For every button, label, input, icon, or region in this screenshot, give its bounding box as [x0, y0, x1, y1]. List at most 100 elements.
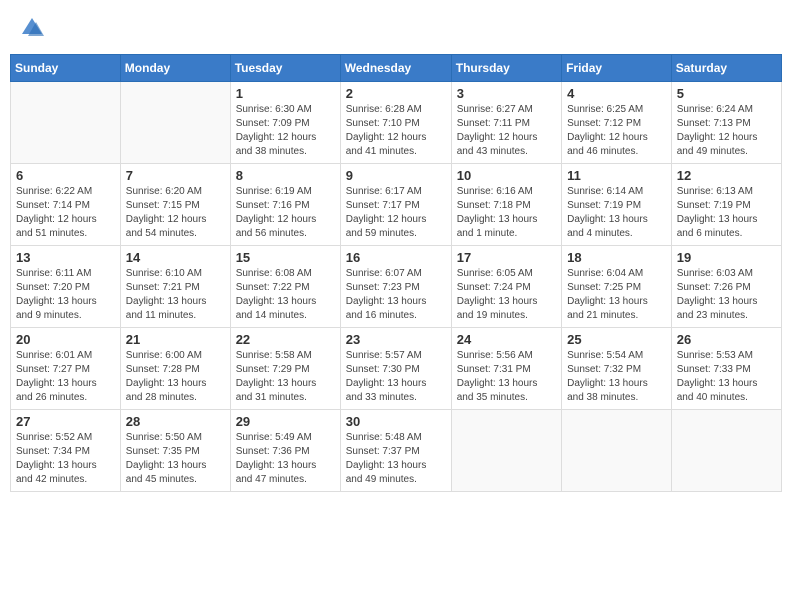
day-info: Sunrise: 5:52 AM Sunset: 7:34 PM Dayligh… [16, 431, 115, 487]
calendar-cell: 2 Sunrise: 6:28 AM Sunset: 7:10 PM Daylig… [340, 82, 451, 164]
weekday-header-sunday: Sunday [11, 55, 121, 82]
day-info: Sunrise: 6:22 AM Sunset: 7:14 PM Dayligh… [16, 185, 115, 241]
day-number: 7 [126, 168, 225, 183]
day-number: 9 [346, 168, 446, 183]
weekday-header-monday: Monday [120, 55, 230, 82]
week-row-3: 13 Sunrise: 6:11 AM Sunset: 7:20 PM Dayli… [11, 246, 782, 328]
calendar-cell: 30 Sunrise: 5:48 AM Sunset: 7:37 PM Dayli… [340, 410, 451, 492]
day-number: 18 [567, 250, 666, 265]
day-info: Sunrise: 6:16 AM Sunset: 7:18 PM Dayligh… [457, 185, 556, 241]
calendar-cell: 8 Sunrise: 6:19 AM Sunset: 7:16 PM Daylig… [230, 164, 340, 246]
day-info: Sunrise: 6:19 AM Sunset: 7:16 PM Dayligh… [236, 185, 335, 241]
week-row-2: 6 Sunrise: 6:22 AM Sunset: 7:14 PM Daylig… [11, 164, 782, 246]
day-number: 15 [236, 250, 335, 265]
weekday-header-row: SundayMondayTuesdayWednesdayThursdayFrid… [11, 55, 782, 82]
calendar-cell: 12 Sunrise: 6:13 AM Sunset: 7:19 PM Dayli… [671, 164, 781, 246]
day-number: 24 [457, 332, 556, 347]
day-number: 25 [567, 332, 666, 347]
day-number: 10 [457, 168, 556, 183]
day-info: Sunrise: 5:48 AM Sunset: 7:37 PM Dayligh… [346, 431, 446, 487]
calendar-cell [671, 410, 781, 492]
calendar-cell: 28Sunrise: 5:50 AM Sunset: 7:35 PM Dayli… [120, 410, 230, 492]
day-info: Sunrise: 6:13 AM Sunset: 7:19 PM Dayligh… [677, 185, 776, 241]
day-number: 4 [567, 86, 666, 101]
logo-icon [18, 14, 46, 42]
day-info: Sunrise: 6:01 AM Sunset: 7:27 PM Dayligh… [16, 349, 115, 405]
weekday-header-thursday: Thursday [451, 55, 561, 82]
calendar-cell: 16 Sunrise: 6:07 AM Sunset: 7:23 PM Dayli… [340, 246, 451, 328]
day-number: 16 [346, 250, 446, 265]
day-info: Sunrise: 6:03 AM Sunset: 7:26 PM Dayligh… [677, 267, 776, 323]
calendar-cell [120, 82, 230, 164]
day-info: Sunrise: 6:27 AM Sunset: 7:11 PM Dayligh… [457, 103, 556, 159]
day-info: Sunrise: 5:58 AM Sunset: 7:29 PM Dayligh… [236, 349, 335, 405]
day-info: Sunrise: 6:07 AM Sunset: 7:23 PM Dayligh… [346, 267, 446, 323]
day-info: Sunrise: 5:54 AM Sunset: 7:32 PM Dayligh… [567, 349, 666, 405]
weekday-header-friday: Friday [562, 55, 672, 82]
day-info: Sunrise: 6:25 AM Sunset: 7:12 PM Dayligh… [567, 103, 666, 159]
calendar-cell: 13 Sunrise: 6:11 AM Sunset: 7:20 PM Dayli… [11, 246, 121, 328]
page-header [10, 10, 782, 46]
calendar-cell: 7Sunrise: 6:20 AM Sunset: 7:15 PM Daylig… [120, 164, 230, 246]
day-info: Sunrise: 5:56 AM Sunset: 7:31 PM Dayligh… [457, 349, 556, 405]
calendar-cell: 11 Sunrise: 6:14 AM Sunset: 7:19 PM Dayli… [562, 164, 672, 246]
day-number: 6 [16, 168, 115, 183]
calendar-cell: 25 Sunrise: 5:54 AM Sunset: 7:32 PM Dayli… [562, 328, 672, 410]
day-number: 2 [346, 86, 446, 101]
week-row-4: 20 Sunrise: 6:01 AM Sunset: 7:27 PM Dayli… [11, 328, 782, 410]
day-number: 26 [677, 332, 776, 347]
day-info: Sunrise: 6:10 AM Sunset: 7:21 PM Dayligh… [126, 267, 225, 323]
day-number: 20 [16, 332, 115, 347]
day-info: Sunrise: 6:08 AM Sunset: 7:22 PM Dayligh… [236, 267, 335, 323]
day-info: Sunrise: 6:30 AM Sunset: 7:09 PM Dayligh… [236, 103, 335, 159]
calendar-cell [562, 410, 672, 492]
day-number: 3 [457, 86, 556, 101]
day-info: Sunrise: 6:05 AM Sunset: 7:24 PM Dayligh… [457, 267, 556, 323]
day-info: Sunrise: 6:14 AM Sunset: 7:19 PM Dayligh… [567, 185, 666, 241]
calendar-cell: 22Sunrise: 5:58 AM Sunset: 7:29 PM Dayli… [230, 328, 340, 410]
calendar-cell: 24 Sunrise: 5:56 AM Sunset: 7:31 PM Dayli… [451, 328, 561, 410]
day-number: 1 [236, 86, 335, 101]
day-info: Sunrise: 6:00 AM Sunset: 7:28 PM Dayligh… [126, 349, 225, 405]
day-number: 12 [677, 168, 776, 183]
calendar-cell: 10 Sunrise: 6:16 AM Sunset: 7:18 PM Dayli… [451, 164, 561, 246]
day-number: 14 [126, 250, 225, 265]
day-info: Sunrise: 5:57 AM Sunset: 7:30 PM Dayligh… [346, 349, 446, 405]
day-number: 8 [236, 168, 335, 183]
day-info: Sunrise: 5:53 AM Sunset: 7:33 PM Dayligh… [677, 349, 776, 405]
calendar-cell: 18 Sunrise: 6:04 AM Sunset: 7:25 PM Dayli… [562, 246, 672, 328]
day-number: 28 [126, 414, 225, 429]
day-number: 11 [567, 168, 666, 183]
calendar-table: SundayMondayTuesdayWednesdayThursdayFrid… [10, 54, 782, 492]
calendar-cell: 20 Sunrise: 6:01 AM Sunset: 7:27 PM Dayli… [11, 328, 121, 410]
weekday-header-saturday: Saturday [671, 55, 781, 82]
day-info: Sunrise: 6:11 AM Sunset: 7:20 PM Dayligh… [16, 267, 115, 323]
calendar-cell: 1 Sunrise: 6:30 AM Sunset: 7:09 PM Daylig… [230, 82, 340, 164]
calendar-cell: 27 Sunrise: 5:52 AM Sunset: 7:34 PM Dayli… [11, 410, 121, 492]
day-number: 13 [16, 250, 115, 265]
day-number: 21 [126, 332, 225, 347]
day-info: Sunrise: 6:24 AM Sunset: 7:13 PM Dayligh… [677, 103, 776, 159]
weekday-header-tuesday: Tuesday [230, 55, 340, 82]
calendar-cell: 15 Sunrise: 6:08 AM Sunset: 7:22 PM Dayli… [230, 246, 340, 328]
calendar-cell: 4 Sunrise: 6:25 AM Sunset: 7:12 PM Daylig… [562, 82, 672, 164]
day-number: 29 [236, 414, 335, 429]
day-info: Sunrise: 6:04 AM Sunset: 7:25 PM Dayligh… [567, 267, 666, 323]
week-row-5: 27 Sunrise: 5:52 AM Sunset: 7:34 PM Dayli… [11, 410, 782, 492]
day-number: 19 [677, 250, 776, 265]
day-number: 27 [16, 414, 115, 429]
day-number: 5 [677, 86, 776, 101]
day-info: Sunrise: 5:49 AM Sunset: 7:36 PM Dayligh… [236, 431, 335, 487]
day-number: 23 [346, 332, 446, 347]
calendar-cell: 29 Sunrise: 5:49 AM Sunset: 7:36 PM Dayli… [230, 410, 340, 492]
logo [18, 14, 50, 42]
day-info: Sunrise: 6:28 AM Sunset: 7:10 PM Dayligh… [346, 103, 446, 159]
calendar-cell: 14 Sunrise: 6:10 AM Sunset: 7:21 PM Dayli… [120, 246, 230, 328]
calendar-cell: 9 Sunrise: 6:17 AM Sunset: 7:17 PM Daylig… [340, 164, 451, 246]
day-info: Sunrise: 6:17 AM Sunset: 7:17 PM Dayligh… [346, 185, 446, 241]
calendar-cell [11, 82, 121, 164]
calendar-cell: 5 Sunrise: 6:24 AM Sunset: 7:13 PM Daylig… [671, 82, 781, 164]
weekday-header-wednesday: Wednesday [340, 55, 451, 82]
day-number: 30 [346, 414, 446, 429]
calendar-cell [451, 410, 561, 492]
